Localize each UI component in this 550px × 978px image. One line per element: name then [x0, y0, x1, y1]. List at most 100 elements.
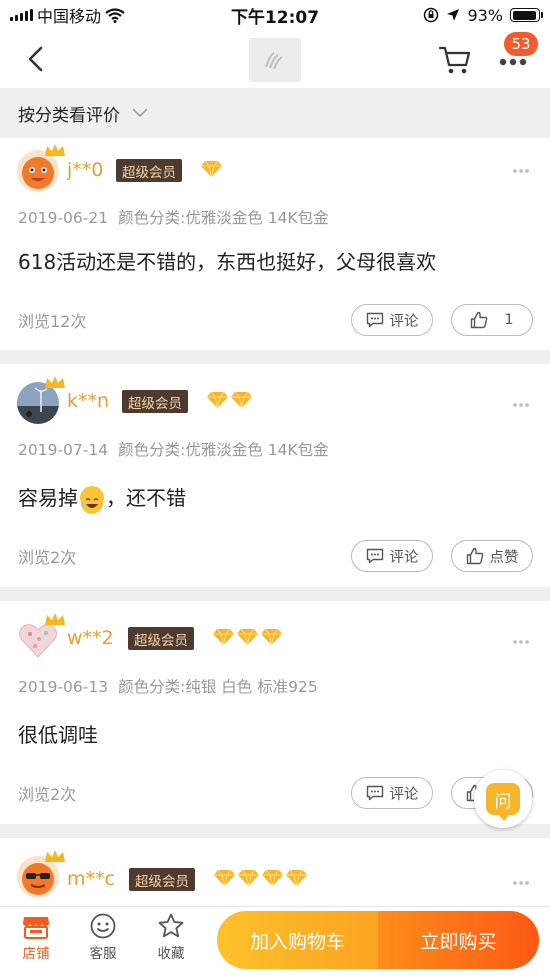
like-label: 点赞 — [489, 549, 519, 566]
star-icon — [158, 913, 184, 938]
bottom-action-bar: 店铺 客服 收藏 加入购物车 立即购买 — [0, 906, 550, 978]
vip-badge: 超级会员 — [122, 390, 188, 413]
more-options-icon[interactable] — [512, 402, 530, 408]
thumbs-up-icon — [466, 547, 483, 565]
review-item: j**0 超级会员 2019-06-21 颜色分类:优雅淡金色 14K包金 618… — [0, 138, 550, 350]
comment-button[interactable]: 评论 — [351, 304, 433, 336]
battery-icon — [510, 8, 543, 22]
username[interactable]: k**n — [67, 390, 109, 412]
crown-icon — [45, 850, 65, 862]
battery-level — [512, 10, 536, 20]
wifi-icon — [105, 7, 125, 23]
more-options-icon[interactable] — [512, 639, 530, 645]
view-count: 浏览2次 — [18, 548, 77, 567]
review-text-body: 618活动还是不错的，东西也挺好，父母很喜欢 — [18, 250, 437, 274]
diamond-icon — [262, 869, 283, 887]
vip-badge: 超级会员 — [129, 868, 195, 891]
laughing-tears-emoji-icon — [80, 486, 104, 514]
crown-icon — [45, 613, 65, 625]
store-label: 店铺 — [22, 946, 50, 962]
comment-button[interactable]: 评论 — [351, 540, 433, 572]
review-filter-label: 按分类看评价 — [18, 105, 120, 126]
message-count-badge[interactable]: 53 — [504, 32, 538, 56]
comment-label: 评论 — [389, 549, 419, 566]
review-text: 容易掉 ，还不错 — [0, 476, 550, 520]
review-sku: 颜色分类:纯银 白色 标准925 — [118, 678, 318, 696]
carrier-name: 中国移动 — [37, 7, 102, 26]
purchase-buttons: 加入购物车 立即购买 — [217, 911, 539, 969]
nav-bar: 53 — [0, 30, 550, 88]
customer-service-icon — [90, 913, 116, 939]
store-icon — [23, 917, 49, 939]
diamond-icon — [213, 628, 234, 646]
more-options-icon[interactable] — [512, 168, 530, 174]
review-item: k**n 超级会员 2019-07-14 颜色分类:优雅淡金色 14K包金 容易掉 — [0, 364, 550, 587]
favorite-tab[interactable]: 收藏 — [143, 913, 199, 962]
vip-badge: 超级会员 — [128, 627, 194, 650]
store-tab[interactable]: 店铺 — [8, 913, 64, 962]
review-meta: 2019-06-21 颜色分类:优雅淡金色 14K包金 — [0, 204, 550, 232]
buy-now-button[interactable]: 立即购买 — [378, 911, 539, 969]
view-count: 浏览12次 — [18, 312, 87, 331]
comment-icon — [366, 785, 383, 801]
add-to-cart-button[interactable]: 加入购物车 — [217, 911, 378, 969]
review-date: 2019-07-14 — [18, 441, 109, 459]
like-count: 1 — [504, 312, 514, 328]
diamond-icon — [207, 391, 228, 409]
review-text: 618活动还是不错的，东西也挺好，父母很喜欢 — [0, 240, 550, 284]
username[interactable]: j**0 — [67, 159, 103, 181]
member-level-diamonds — [213, 869, 308, 887]
like-button[interactable]: 点赞 — [451, 540, 533, 572]
back-arrow-icon[interactable] — [22, 44, 52, 74]
review-text-body: 容易掉 — [18, 486, 78, 510]
review-item: w**2 超级会员 2019-06-13 颜色分类:纯银 白色 标准925 很低调… — [0, 601, 550, 824]
comment-icon — [366, 312, 383, 328]
username[interactable]: w**2 — [67, 627, 114, 649]
vip-badge: 超级会员 — [116, 159, 182, 182]
crown-icon — [45, 144, 65, 156]
shop-logo-icon — [265, 52, 283, 70]
review-text: 很低调哇 — [0, 713, 550, 757]
comment-label: 评论 — [389, 313, 419, 330]
ask-question-button[interactable]: 问 — [474, 770, 532, 828]
status-time: 下午12:07 — [230, 7, 320, 28]
customer-service-tab[interactable]: 客服 — [75, 913, 131, 962]
diamond-icon — [201, 160, 222, 178]
more-options-icon[interactable] — [512, 880, 530, 886]
diamond-icon — [238, 869, 259, 887]
location-icon — [447, 9, 460, 21]
review-filter[interactable]: 按分类看评价 — [0, 88, 550, 138]
shop-logo — [249, 38, 301, 82]
thumbs-up-icon — [471, 311, 488, 329]
like-button[interactable]: 1 — [451, 304, 533, 336]
review-list: j**0 超级会员 2019-06-21 颜色分类:优雅淡金色 14K包金 618… — [0, 138, 550, 928]
diamond-icon — [231, 391, 252, 409]
comment-button[interactable]: 评论 — [351, 777, 433, 809]
member-level-diamonds — [200, 160, 223, 178]
comment-label: 评论 — [389, 786, 419, 803]
diamond-icon — [261, 628, 282, 646]
review-sku: 颜色分类:优雅淡金色 14K包金 — [118, 441, 329, 459]
member-level-diamonds — [212, 628, 283, 646]
view-count: 浏览2次 — [18, 785, 77, 804]
chevron-down-icon — [132, 108, 148, 118]
orientation-lock-icon — [424, 7, 439, 23]
comment-icon — [366, 548, 383, 564]
favorite-label: 收藏 — [157, 946, 185, 962]
diamond-icon — [286, 869, 307, 887]
review-sku: 颜色分类:优雅淡金色 14K包金 — [118, 209, 329, 227]
battery-percent: 93% — [467, 5, 503, 25]
review-text-tail: ，还不错 — [106, 486, 186, 510]
review-date: 2019-06-13 — [18, 678, 109, 696]
member-level-diamonds — [206, 391, 253, 409]
review-meta: 2019-06-13 颜色分类:纯银 白色 标准925 — [0, 673, 550, 701]
review-meta: 2019-07-14 颜色分类:优雅淡金色 14K包金 — [0, 436, 550, 464]
review-text-body: 很低调哇 — [18, 723, 98, 747]
username[interactable]: m**c — [67, 868, 115, 890]
diamond-icon — [214, 869, 235, 887]
shopping-cart-icon[interactable] — [438, 44, 472, 76]
status-bar: 中国移动 下午12:07 93% — [0, 0, 550, 30]
diamond-icon — [237, 628, 258, 646]
ask-icon: 问 — [486, 783, 520, 821]
customer-service-label: 客服 — [89, 946, 117, 962]
